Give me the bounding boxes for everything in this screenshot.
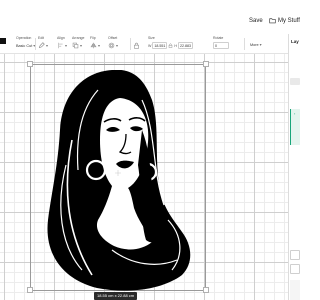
- align-group[interactable]: Align ▾: [57, 36, 67, 50]
- color-swatch[interactable]: [0, 37, 6, 44]
- arrange-group[interactable]: Arrange ▾: [72, 36, 84, 50]
- flip-icon: [90, 42, 97, 49]
- layer-checkbox[interactable]: [290, 264, 300, 274]
- edit-group[interactable]: Edit ▾: [38, 36, 48, 50]
- chevron-down-icon: ▾: [98, 43, 101, 48]
- height-input[interactable]: 22.883: [178, 42, 194, 49]
- size-group: Size W 18.551 H 22.883: [148, 36, 194, 50]
- folder-icon: [269, 18, 276, 24]
- panel-footer: [290, 280, 300, 300]
- rotate-input[interactable]: 0: [213, 42, 229, 49]
- delete-handle[interactable]: [27, 61, 33, 67]
- lock-icon: [134, 42, 139, 49]
- arrange-icon: [72, 42, 79, 49]
- position-group[interactable]: [133, 36, 140, 50]
- edit-toolbar: Operation Basic Cut ▾ Edit ▾ Align ▾ Arr…: [0, 34, 288, 54]
- woman-long-hair-silhouette[interactable]: [42, 70, 194, 291]
- offset-label: Offset: [108, 36, 118, 40]
- layer-marker-icon: ‹: [294, 111, 296, 116]
- width-input[interactable]: 18.551: [152, 42, 168, 49]
- tab-layers[interactable]: Lay: [291, 39, 299, 44]
- my-stuff-label: My Stuff: [278, 17, 300, 24]
- save-button[interactable]: Save: [249, 18, 263, 24]
- rotate-group: Rotate 0: [213, 36, 229, 50]
- divider: [130, 38, 131, 50]
- height-prefix: H: [174, 43, 178, 48]
- layer-item-selected[interactable]: ‹: [290, 109, 300, 145]
- chevron-down-icon: ▾: [80, 43, 83, 48]
- operation-value: Basic Cut: [16, 43, 33, 48]
- chevron-down-icon: ▾: [46, 43, 49, 48]
- chevron-down-icon: ▾: [116, 43, 119, 48]
- divider: [244, 38, 245, 50]
- top-bar: Save My Stuff: [0, 0, 300, 34]
- panel-button[interactable]: [290, 78, 300, 85]
- dimension-tooltip: 18.55 cm x 22.88 cm: [94, 292, 138, 300]
- flip-group[interactable]: Flip ▾: [90, 36, 100, 50]
- offset-group[interactable]: Offset ▾: [108, 36, 118, 50]
- width-prefix: W: [148, 43, 152, 48]
- offset-icon: [108, 42, 115, 49]
- resize-handle[interactable]: [203, 287, 209, 293]
- chevron-down-icon: ▾: [259, 42, 262, 47]
- pencil-icon: [38, 42, 45, 49]
- design-space-app: Save My Stuff Operation Basic Cut ▾ Edit…: [0, 0, 300, 300]
- layers-panel: Lay ‹: [288, 34, 300, 300]
- operation-dropdown[interactable]: Operation Basic Cut ▾: [16, 36, 35, 50]
- operation-group[interactable]: [0, 36, 6, 45]
- more-label: More: [250, 42, 259, 47]
- align-icon: [58, 42, 63, 49]
- more-button[interactable]: More ▾: [250, 40, 262, 49]
- rotate-handle[interactable]: [203, 61, 209, 67]
- lock-handle[interactable]: [27, 287, 33, 293]
- my-stuff-button[interactable]: My Stuff: [269, 17, 300, 24]
- layer-checkbox[interactable]: [290, 250, 300, 260]
- lock-icon[interactable]: [168, 43, 173, 48]
- arrange-label: Arrange: [72, 36, 85, 40]
- divider: [35, 38, 36, 50]
- chevron-down-icon: ▾: [65, 43, 68, 48]
